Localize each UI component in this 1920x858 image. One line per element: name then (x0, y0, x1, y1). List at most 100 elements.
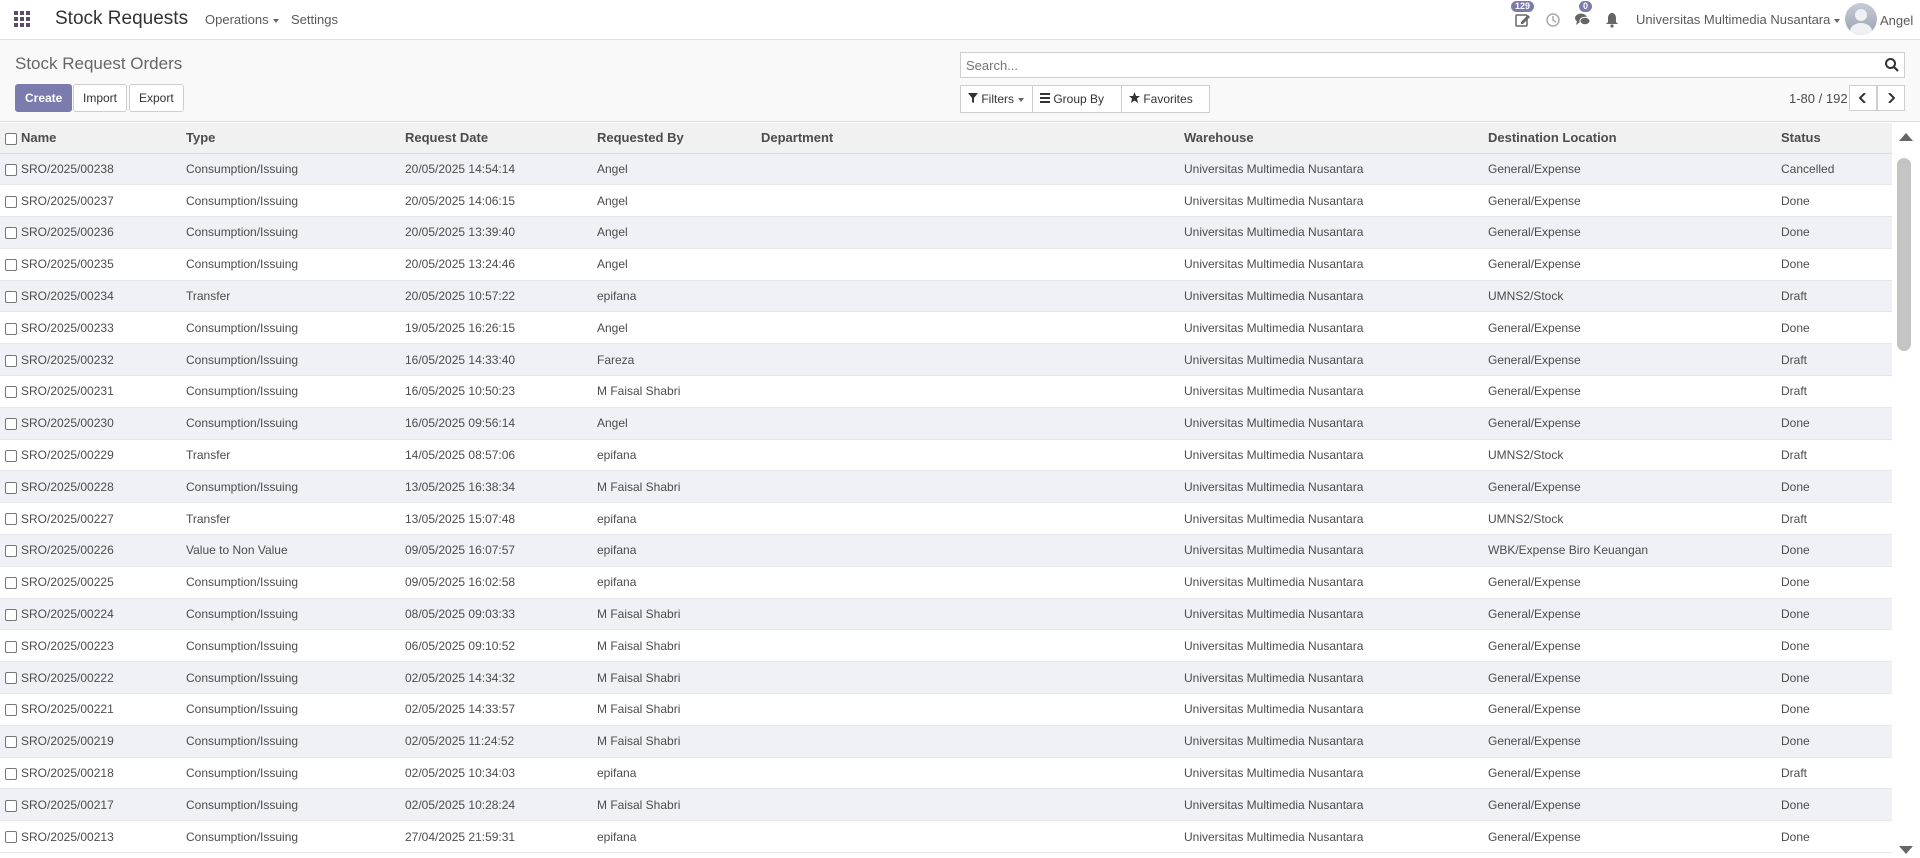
activity-edit-icon[interactable]: 129 (1511, 1, 1535, 30)
group-by-button[interactable]: Group By (1032, 85, 1122, 128)
cell-warehouse: Universitas Multimedia Nusantara (1184, 820, 1488, 854)
table-row[interactable]: SRO/2025/00230 Consumption/Issuing 16/05/2… (0, 407, 1892, 440)
row-checkbox[interactable] (5, 195, 17, 208)
row-checkbox[interactable] (5, 449, 17, 462)
cell-destination-location: UMNS2/Stock (1488, 439, 1781, 472)
table-row[interactable]: SRO/2025/00229 Transfer 14/05/2025 08:57:0… (0, 439, 1892, 472)
column-header-name[interactable]: Name (21, 123, 186, 154)
row-checkbox[interactable] (5, 386, 17, 399)
create-button[interactable]: Create (15, 84, 73, 112)
company-switcher[interactable]: Universitas Multimedia Nusantara (1636, 12, 1841, 27)
cell-destination-location: General/Expense (1488, 661, 1781, 695)
table-row[interactable]: SRO/2025/00223 Consumption/Issuing 06/05/2… (0, 629, 1892, 663)
table-row[interactable]: SRO/2025/00238 Consumption/Issuing 20/05/2… (0, 153, 1892, 186)
table-row[interactable]: SRO/2025/00234 Transfer 20/05/2025 10:57:2… (0, 280, 1892, 313)
table-row[interactable]: SRO/2025/00228 Consumption/Issuing 13/05/2… (0, 470, 1892, 504)
select-all-checkbox[interactable] (5, 132, 17, 145)
row-checkbox[interactable] (5, 513, 17, 526)
table-row[interactable]: SRO/2025/00233 Consumption/Issuing 19/05/2… (0, 311, 1892, 345)
vertical-scrollbar[interactable] (1895, 123, 1913, 858)
cell-warehouse: Universitas Multimedia Nusantara (1184, 757, 1488, 790)
menu-settings[interactable]: Settings (291, 12, 338, 27)
column-header-requested-by[interactable]: Requested By (597, 123, 761, 154)
export-button[interactable]: Export (129, 84, 184, 112)
cell-status: Draft (1781, 375, 1892, 408)
table-row[interactable]: SRO/2025/00226 Value to Non Value 09/05/20… (0, 534, 1892, 567)
avatar[interactable] (1845, 3, 1877, 35)
table-row[interactable]: SRO/2025/00236 Consumption/Issuing 20/05/2… (0, 216, 1892, 249)
row-checkbox[interactable] (5, 418, 17, 431)
row-checkbox[interactable] (5, 831, 17, 844)
table-row[interactable]: SRO/2025/00232 Consumption/Issuing 16/05/2… (0, 343, 1892, 377)
table-row[interactable]: SRO/2025/00225 Consumption/Issuing 09/05/2… (0, 566, 1892, 599)
menu-operations[interactable]: Operations (205, 12, 279, 27)
chat-icon[interactable]: 0 (1574, 1, 1593, 30)
cell-requested-by: epifana (597, 280, 761, 313)
chevron-down-icon (272, 18, 279, 23)
pager-value[interactable]: 1-80 / 192 (1789, 91, 1848, 106)
clock-icon[interactable] (1545, 12, 1563, 30)
row-checkbox[interactable] (5, 608, 17, 621)
filters-button[interactable]: Filters (960, 85, 1033, 113)
search-input[interactable] (961, 53, 1861, 77)
row-checkbox[interactable] (5, 259, 17, 272)
row-select-cell (0, 153, 21, 186)
row-select-cell (0, 216, 21, 249)
table-row[interactable]: SRO/2025/00219 Consumption/Issuing 02/05/2… (0, 725, 1892, 758)
row-checkbox[interactable] (5, 163, 17, 176)
row-checkbox[interactable] (5, 736, 17, 749)
cell-status: Done (1781, 216, 1892, 249)
row-checkbox[interactable] (5, 481, 17, 494)
column-header-request-date[interactable]: Request Date (405, 123, 597, 154)
scroll-thumb[interactable] (1897, 158, 1911, 351)
table-row[interactable]: SRO/2025/00227 Transfer 13/05/2025 15:07:4… (0, 502, 1892, 536)
table-row[interactable]: SRO/2025/00222 Consumption/Issuing 02/05/2… (0, 661, 1892, 695)
scroll-up-arrow-icon[interactable] (1899, 133, 1913, 141)
user-menu[interactable]: Angel (1880, 13, 1913, 28)
bell-icon[interactable] (1604, 12, 1622, 30)
table-row[interactable]: SRO/2025/00213 Consumption/Issuing 27/04/2… (0, 820, 1892, 854)
row-checkbox[interactable] (5, 354, 17, 367)
row-checkbox[interactable] (5, 640, 17, 653)
column-header-status[interactable]: Status (1781, 123, 1892, 154)
row-checkbox[interactable] (5, 799, 17, 812)
pager-next-button[interactable] (1877, 85, 1905, 111)
row-checkbox[interactable] (5, 322, 17, 335)
row-checkbox[interactable] (5, 290, 17, 303)
cell-status: Done (1781, 470, 1892, 504)
row-checkbox[interactable] (5, 227, 17, 240)
favorites-button[interactable]: Favorites (1121, 85, 1210, 128)
column-header-warehouse[interactable]: Warehouse (1184, 123, 1488, 154)
table-row[interactable]: SRO/2025/00237 Consumption/Issuing 20/05/2… (0, 184, 1892, 218)
cell-status: Cancelled (1781, 153, 1892, 186)
cell-type: Consumption/Issuing (186, 566, 405, 599)
cell-destination-location: General/Expense (1488, 757, 1781, 790)
pager-previous-button[interactable] (1849, 85, 1877, 111)
cell-request-date: 20/05/2025 14:54:14 (405, 153, 597, 186)
cell-name: SRO/2025/00235 (21, 248, 186, 281)
cell-department (761, 216, 1184, 249)
table-row[interactable]: SRO/2025/00221 Consumption/Issuing 02/05/2… (0, 693, 1892, 726)
import-button[interactable]: Import (73, 84, 128, 112)
cell-requested-by: M Faisal Shabri (597, 375, 761, 408)
search-icon[interactable] (1884, 57, 1900, 73)
row-checkbox[interactable] (5, 767, 17, 780)
table-row[interactable]: SRO/2025/00217 Consumption/Issuing 02/05/2… (0, 788, 1892, 822)
apps-grid-icon[interactable] (14, 11, 30, 27)
row-checkbox[interactable] (5, 672, 17, 685)
row-checkbox[interactable] (5, 545, 17, 558)
scroll-down-arrow-icon[interactable] (1899, 846, 1913, 854)
cell-status: Done (1781, 534, 1892, 567)
table-row[interactable]: SRO/2025/00231 Consumption/Issuing 16/05/2… (0, 375, 1892, 408)
table-row[interactable]: SRO/2025/00235 Consumption/Issuing 20/05/2… (0, 248, 1892, 281)
row-select-cell (0, 629, 21, 663)
column-header-type[interactable]: Type (186, 123, 405, 154)
row-checkbox[interactable] (5, 704, 17, 717)
table-row[interactable]: SRO/2025/00224 Consumption/Issuing 08/05/2… (0, 598, 1892, 631)
column-header-destination-location[interactable]: Destination Location (1488, 123, 1781, 154)
table-row[interactable]: SRO/2025/00218 Consumption/Issuing 02/05/2… (0, 757, 1892, 790)
column-header-department[interactable]: Department (761, 123, 1184, 154)
cell-status: Draft (1781, 343, 1892, 377)
messages-badge: 0 (1579, 1, 1593, 12)
row-checkbox[interactable] (5, 577, 17, 590)
